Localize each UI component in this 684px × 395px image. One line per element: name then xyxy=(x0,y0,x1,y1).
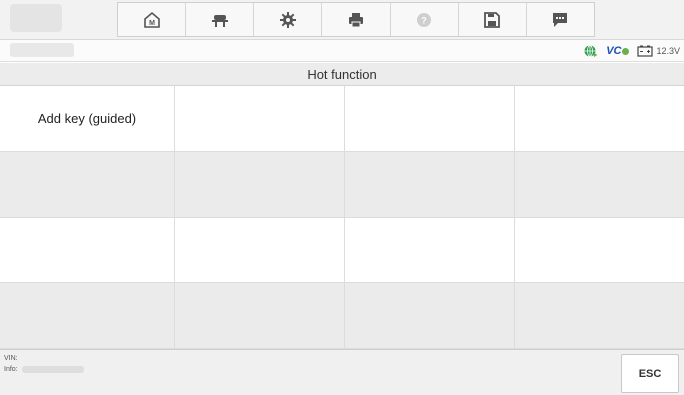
printer-icon xyxy=(348,12,363,27)
function-cell xyxy=(515,151,684,218)
function-cell xyxy=(515,217,684,284)
message-icon xyxy=(553,12,568,27)
help-button[interactable]: ? xyxy=(391,3,459,36)
function-cell[interactable]: Add key (guided) xyxy=(0,86,175,152)
function-cell xyxy=(175,283,345,349)
function-cell xyxy=(175,86,345,152)
breadcrumb-placeholder xyxy=(10,43,74,57)
save-icon xyxy=(484,11,501,28)
svg-text:?: ? xyxy=(421,15,427,25)
function-label: Add key (guided) xyxy=(37,110,137,126)
status-indicators: VC 12.3V xyxy=(584,43,680,59)
function-cell xyxy=(345,283,515,349)
gear-icon xyxy=(279,11,296,28)
function-cell xyxy=(345,217,515,284)
page-title-bar: Hot function xyxy=(0,63,684,86)
function-cell xyxy=(0,151,175,218)
status-bar: VC 12.3V xyxy=(0,40,684,62)
battery-voltage: 12.3V xyxy=(637,45,680,57)
function-cell xyxy=(0,217,175,284)
globe-icon xyxy=(584,45,598,57)
function-cell xyxy=(515,283,684,349)
print-button[interactable] xyxy=(322,3,391,36)
function-cell xyxy=(175,151,345,218)
vci-label: VC xyxy=(606,45,622,57)
footer-bar: VIN: Info: ESC xyxy=(0,349,684,395)
toolbar-button-group: M ? xyxy=(117,2,595,37)
settings-button[interactable] xyxy=(254,3,323,36)
top-toolbar: M ? xyxy=(0,0,684,40)
info-row: Info: xyxy=(4,366,84,373)
battery-icon xyxy=(637,45,654,57)
page-title: Hot function xyxy=(307,66,377,82)
app-logo-placeholder xyxy=(10,4,62,32)
vci-status: VC xyxy=(606,45,630,57)
function-cell xyxy=(345,86,515,152)
info-value-placeholder xyxy=(21,366,84,373)
function-cell xyxy=(515,86,684,152)
help-icon: ? xyxy=(417,12,432,27)
car-lift-icon xyxy=(211,14,228,27)
function-grid: Add key (guided) xyxy=(0,86,684,349)
save-button[interactable] xyxy=(459,3,527,36)
esc-button[interactable]: ESC xyxy=(621,354,679,393)
home-icon: M xyxy=(143,11,160,28)
info-label: Info: xyxy=(4,366,18,373)
message-button[interactable] xyxy=(527,3,594,36)
function-cell xyxy=(175,217,345,284)
voltage-value: 12.3V xyxy=(656,46,680,56)
vci-connected-icon xyxy=(622,47,630,55)
function-cell xyxy=(345,151,515,218)
vehicle-button[interactable] xyxy=(186,3,255,36)
vin-label: VIN: xyxy=(4,355,18,362)
function-cell xyxy=(0,283,175,349)
svg-text:M: M xyxy=(149,20,155,27)
home-button[interactable]: M xyxy=(118,3,187,36)
